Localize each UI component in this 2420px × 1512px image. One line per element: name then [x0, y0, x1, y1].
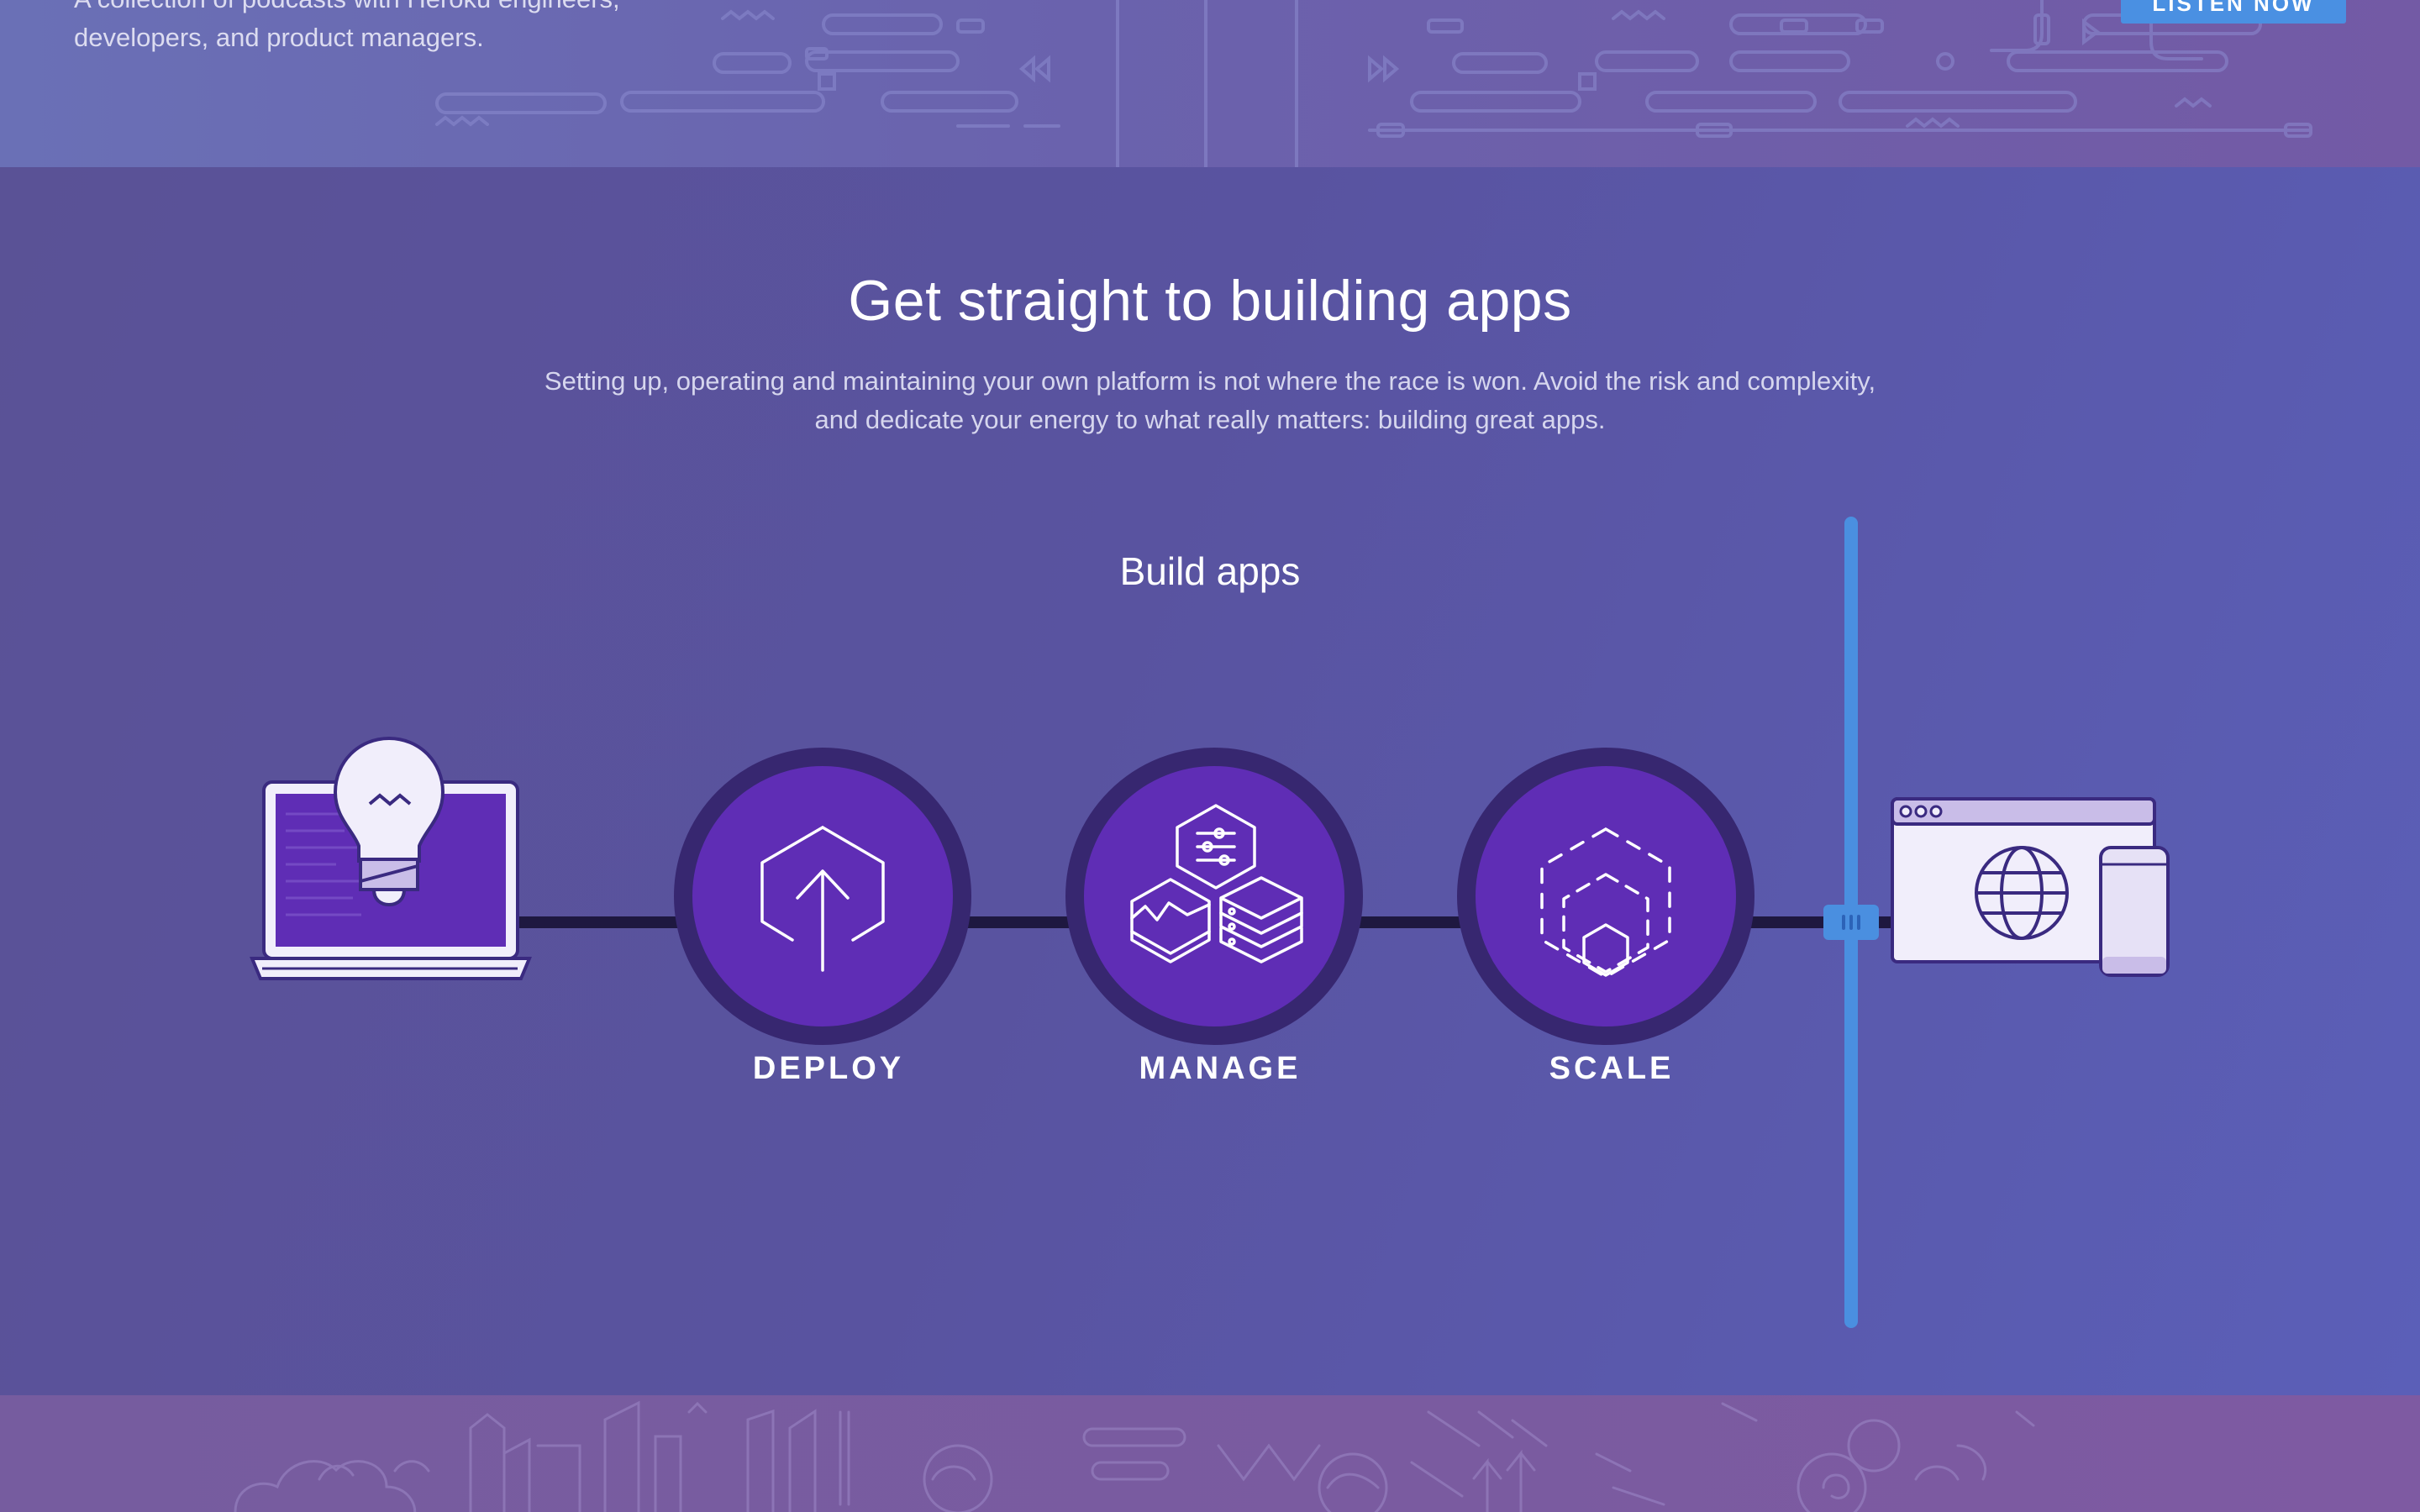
- grip-line: [1849, 915, 1853, 930]
- pipeline-diagram: [250, 736, 2170, 1045]
- deploy-label: DEPLOY: [752, 1051, 905, 1086]
- browser-mobile-icon: [1891, 797, 2170, 977]
- comparison-slider-handle[interactable]: [1823, 905, 1879, 940]
- listen-now-button[interactable]: LISTEN NOW: [2121, 0, 2346, 24]
- laptop-lightbulb-icon: [250, 736, 532, 980]
- deploy-stage[interactable]: [674, 748, 971, 1045]
- manage-stage[interactable]: [1065, 748, 1363, 1045]
- podcast-description: A collection of podcasts with Heroku eng…: [74, 0, 620, 52]
- manage-label: MANAGE: [1139, 1051, 1302, 1086]
- grip-line: [1857, 915, 1860, 930]
- build-apps-section: Get straight to building apps Setting up…: [0, 167, 2420, 1395]
- podcast-band: A collection of podcasts with Heroku eng…: [0, 0, 2420, 167]
- scale-stage[interactable]: [1457, 748, 1754, 1045]
- city-pattern: [234, 1400, 2035, 1512]
- grip-line: [1842, 915, 1845, 930]
- scale-label: SCALE: [1549, 1051, 1675, 1086]
- city-pattern-band: [0, 1395, 2420, 1512]
